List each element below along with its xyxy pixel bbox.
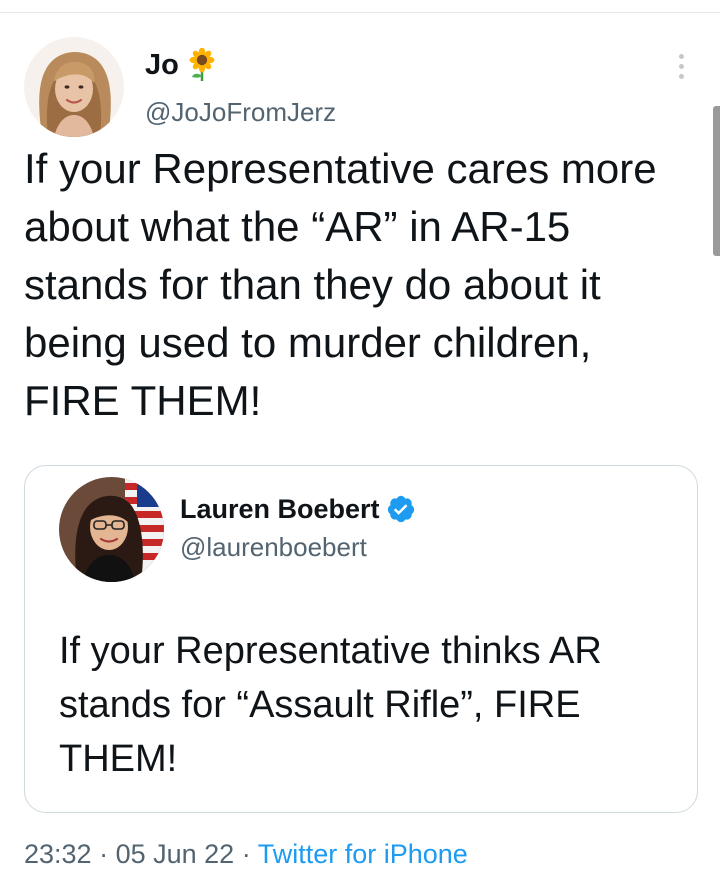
tweet-time[interactable]: 23:32 — [24, 839, 92, 869]
quoted-text-line: If your Representative thinks AR — [59, 630, 602, 672]
meta-separator: · — [234, 839, 258, 869]
author-handle[interactable]: @JoJoFromJerz — [145, 96, 336, 128]
quoted-author-avatar[interactable] — [59, 477, 164, 582]
tweet-text-line: being used to murder children, — [24, 319, 592, 366]
tweet-source-link[interactable]: Twitter for iPhone — [258, 839, 468, 869]
quoted-tweet-card[interactable]: Lauren Boebert @laurenboebert If your Re… — [24, 465, 698, 813]
meta-separator: · — [91, 839, 116, 869]
tweet-text-line: If your Representative cares more — [24, 145, 657, 192]
tweet-text-line: FIRE THEM! — [24, 377, 262, 424]
tweet-text-line: about what the “AR” in AR-15 — [24, 203, 571, 250]
scrollbar-thumb[interactable] — [713, 106, 720, 256]
verified-badge-icon — [386, 494, 416, 524]
author-name[interactable]: Jo — [145, 47, 217, 82]
avatar-photo — [24, 37, 124, 137]
tweet-date[interactable]: 05 Jun 22 — [116, 839, 235, 869]
quoted-author-handle[interactable]: @laurenboebert — [180, 531, 367, 563]
quoted-text-line: THEM! — [59, 738, 178, 780]
author-name-text: Jo — [145, 49, 179, 81]
tweet-text-line: stands for than they do about it — [24, 261, 601, 308]
top-divider — [0, 12, 720, 13]
tweet-detail-view: Jo @JoJoFromJerz If your Representative … — [0, 0, 720, 885]
tweet-text: If your Representative cares more about … — [24, 140, 704, 430]
sunflower-icon — [187, 47, 217, 82]
tweet-metadata: 23:32 · 05 Jun 22 · Twitter for iPhone — [24, 836, 468, 872]
quoted-tweet-text: If your Representative thinks AR stands … — [59, 624, 679, 786]
more-options-icon[interactable] — [670, 52, 694, 82]
quoted-text-line: stands for “Assault Rifle”, FIRE — [59, 684, 581, 726]
author-avatar[interactable] — [24, 37, 124, 137]
quoted-avatar-photo — [59, 477, 164, 582]
quoted-author-name-text: Lauren Boebert — [180, 494, 380, 524]
quoted-author-name[interactable]: Lauren Boebert — [180, 493, 416, 525]
